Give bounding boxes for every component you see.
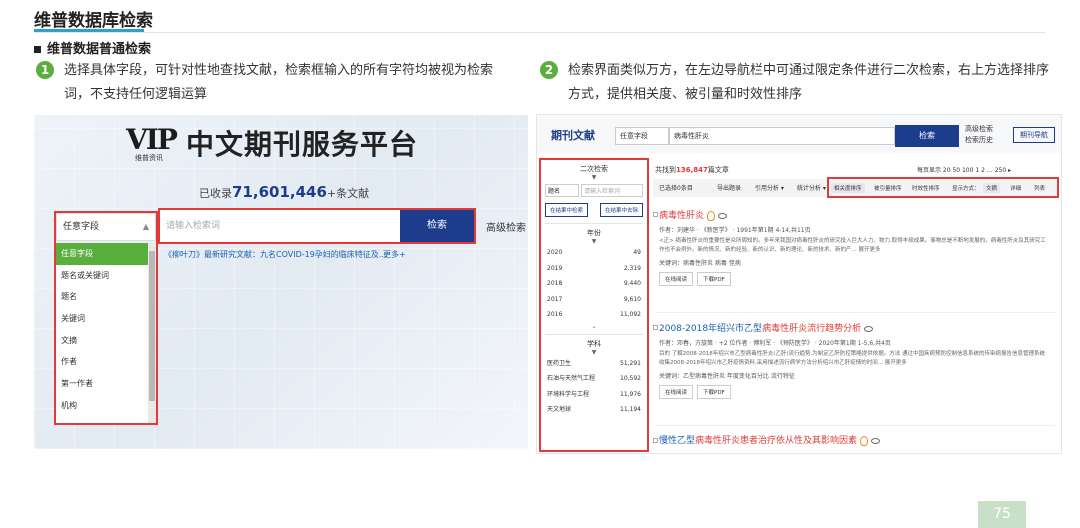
result-count: 共找到136,847篇文章 [655,166,729,174]
field-select[interactable]: 任意字段 [615,127,669,145]
result-item: 病毒性肝炎 作者：刘建华 · 《新医学》 · 1991年第1期 4-14,共11… [659,208,1049,286]
export-button[interactable]: 导出题录 [717,183,741,192]
stats-button[interactable]: 统计分析 ▾ [797,183,826,192]
point-2: 2 检索界面类似万方，在左边导航栏中可通过限定条件进行二次检索，右上方选择排序方… [540,59,1060,107]
cite-analysis-button[interactable]: 引用分析 ▾ [755,183,784,192]
sidebar-highlight-box [539,158,649,452]
select-all-checkbox[interactable]: 已选择0条目 [659,183,693,192]
download-pdf-button[interactable]: 下载PDF [697,385,731,399]
result-abstract: 目的 了解2008-2018年绍兴市乙型病毒性肝炎(乙肝)流行趋势,为制定乙肝防… [659,351,1046,366]
result-actions: 在线阅读 下载PDF [659,272,1049,286]
vip-logo: VIP [126,123,178,156]
result-meta: 作者：邓春，方旋策 · +2 位作者 · 傅利军 · 《预防医学》 · 2020… [659,340,891,347]
dropdown-highlight-box [54,211,158,425]
number-badge-icon: 1 [36,61,54,79]
brand-title: 期刊文献 [551,129,595,142]
vip-search-screenshot: VIP 维普资讯 中文期刊服务平台 已收录71,601,446+条文献 任意字段… [34,115,528,449]
point-text: 选择具体字段，可针对性地查找文献，检索框输入的所有字符均被视为检索词，不支持任何… [64,63,494,102]
result-title[interactable]: 慢性乙型病毒性肝炎患者治疗依从性及其影响因素 [659,433,881,446]
search-button[interactable]: 检索 [895,125,959,147]
slide-title: 维普数据库检索 [34,11,153,31]
divider [655,312,1055,313]
result-checkbox[interactable] [653,212,658,217]
news-more-link[interactable]: 更多+ [383,249,406,260]
result-item: 2008-2018年绍兴市乙型病毒性肝炎流行趋势分析 作者：邓春，方旋策 · +… [659,321,1049,399]
advanced-search-link[interactable]: 高级检索 [486,219,526,234]
result-checkbox[interactable] [653,325,658,330]
square-bullet-icon [34,46,41,53]
eye-icon[interactable] [871,437,881,444]
title-rule [34,32,1046,33]
sort-highlight-box [827,177,1059,198]
results-screenshot: 期刊文献 任意字段 病毒性肝炎 检索 高级检索 检索历史 期刊导航 二次检索 ▼ … [536,114,1062,454]
number-badge-icon: 2 [540,61,558,79]
result-abstract: <正> 病毒性肝炎的重要性是众所周知的。多年来我国对病毒性肝炎的研究投入巨大人力… [659,238,1046,253]
section-heading: 维普数据普通检索 [34,38,151,57]
search-input[interactable]: 病毒性肝炎 [669,127,895,145]
result-meta: 作者：刘建华 · 《新医学》 · 1991年第1期 4-14,共11页 [659,227,811,234]
point-1: 1 选择具体字段，可针对性地查找文献，检索框输入的所有字符均被视为检索词，不支持… [36,59,516,107]
eye-icon[interactable] [864,325,874,332]
point-text: 检索界面类似万方，在左边导航栏中可通过限定条件进行二次检索，右上方选择排序方式，… [568,63,1050,102]
result-keywords: 关键词：乙型病毒性肝炎 年度变化百分比 流行特征 [659,373,795,380]
advanced-search-link[interactable]: 高级检索 [965,124,993,135]
advanced-links: 高级检索 检索历史 [965,124,993,146]
read-online-button[interactable]: 在线阅读 [659,385,694,399]
read-online-button[interactable]: 在线阅读 [659,272,694,286]
result-checkbox[interactable] [653,438,658,443]
logo-subtitle: 维普资讯 [135,154,163,162]
eye-icon[interactable] [718,212,728,219]
open-access-icon [707,210,716,221]
search-history-link[interactable]: 检索历史 [965,135,993,146]
result-item: 慢性乙型病毒性肝炎患者治疗依从性及其影响因素 [659,433,881,446]
platform-title: 中文期刊服务平台 [186,128,419,161]
result-actions: 在线阅读 下载PDF [659,385,1049,399]
result-keywords: 关键词：病毒性肝炎 病毒 怪病 [659,260,741,267]
download-pdf-button[interactable]: 下载PDF [697,272,731,286]
news-link[interactable]: 《柳叶刀》最新研究文献：九名COVID-19孕妇的临床特征及... [164,249,386,260]
pagination[interactable]: 每页显示 20 50 100 1 2 … 250 ▸ [917,165,1011,174]
divider [655,425,1055,426]
result-title[interactable]: 病毒性肝炎 [659,208,1049,221]
result-title[interactable]: 2008-2018年绍兴市乙型病毒性肝炎流行趋势分析 [659,321,1049,334]
collected-count: 已收录71,601,446+条文献 [199,183,370,201]
journal-nav-button[interactable]: 期刊导航 [1013,127,1055,143]
search-highlight-box [158,208,476,244]
open-access-icon [860,435,869,446]
page-number: 75 [978,501,1026,528]
